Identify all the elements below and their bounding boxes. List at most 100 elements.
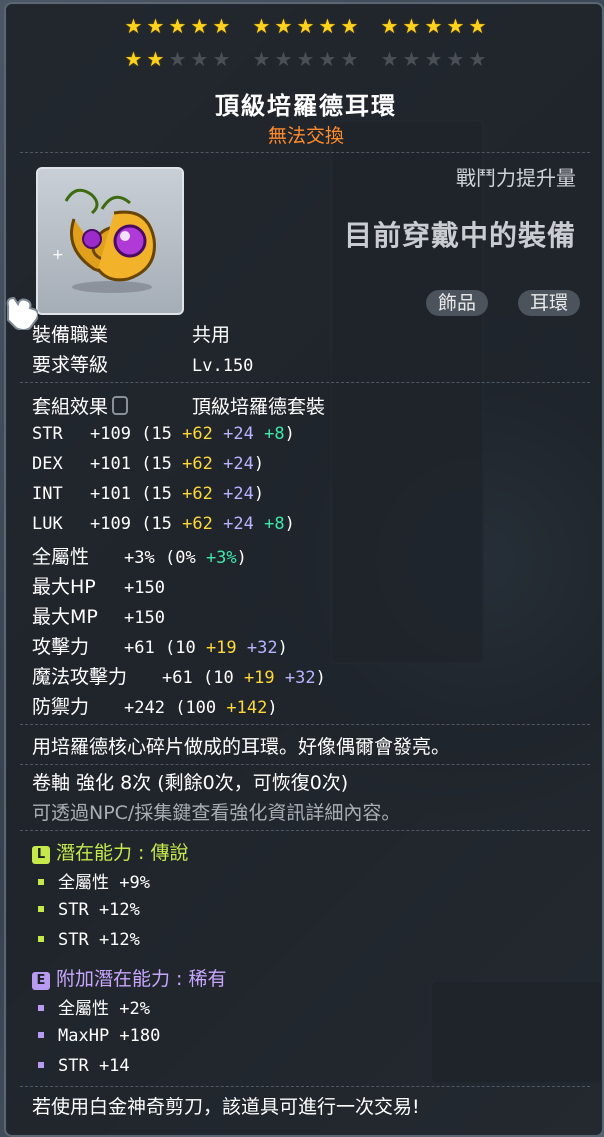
star-empty-icon: ★ <box>274 47 294 71</box>
star-group: ★ ★ ★ ★ ★ <box>123 14 233 38</box>
currently-equipped-label: 目前穿戴中的裝備 <box>343 219 576 252</box>
star-force-row-1: ★ ★ ★ ★ ★ ★ ★ ★ ★ ★ ★ ★ ★ ★ ★ <box>6 14 604 38</box>
star-empty-icon: ★ <box>212 47 232 71</box>
trade-status: 無法交換 <box>267 125 344 147</box>
potential-line: STR +12% <box>32 928 140 950</box>
star-group: ★ ★ ★ ★ ★ <box>123 47 233 71</box>
stat-row-dex: DEX +101 (15 +62 +24) <box>32 452 264 474</box>
set-name: 頂級培羅德套裝 <box>192 396 326 418</box>
stat-name: 最大MP <box>32 606 98 628</box>
star-filled-icon: ★ <box>124 14 144 38</box>
star-group: ★ ★ ★ ★ ★ <box>251 14 361 38</box>
stat-paren-close: ) <box>284 424 295 444</box>
trade-footer-note: 若使用白金神奇剪刀，該道具可進行一次交易! <box>32 1096 420 1118</box>
upgrade-hint: 可透過NPC/採集鍵查看強化資訊詳細內容。 <box>32 802 401 824</box>
svg-text:+: + <box>52 247 64 263</box>
stat-bonus-purple: +24 <box>223 514 254 534</box>
star-filled-icon: ★ <box>146 47 166 71</box>
star-empty-icon: ★ <box>468 47 488 71</box>
stat-base: (10 <box>164 638 196 658</box>
stat-bonus-yellow: +62 <box>182 514 213 534</box>
stat-row-str: STR +109 (15 +62 +24 +8) <box>32 422 295 444</box>
star-filled-icon: ★ <box>402 14 422 38</box>
star-empty-icon: ★ <box>318 47 338 71</box>
level-row: 要求等級 Lv.150 <box>32 350 253 377</box>
legendary-badge-icon: L <box>32 846 50 864</box>
star-empty-icon: ★ <box>190 47 210 71</box>
stat-bonus-green: +8 <box>264 514 285 534</box>
stat-name: 最大HP <box>32 576 96 598</box>
star-filled-icon: ★ <box>446 14 466 38</box>
stat-name: DEX <box>32 454 63 474</box>
stat-bonus-purple: +24 <box>223 454 254 474</box>
category-tag-earring: 耳環 <box>517 290 580 316</box>
stat-total: +109 <box>90 514 131 534</box>
stat-row-defense: 防禦力 +242 (100 +142) <box>32 692 278 719</box>
additional-potential-line: STR +14 <box>32 1054 130 1076</box>
stat-bonus-yellow: +19 <box>243 668 275 688</box>
stat-paren-close: ) <box>267 698 278 718</box>
bullet-icon <box>38 1032 44 1038</box>
stat-bonus-yellow: +19 <box>205 638 237 658</box>
job-row: 裝備職業 共用 <box>32 320 230 347</box>
divider <box>20 830 590 831</box>
stat-bonus-purple: +32 <box>284 668 316 688</box>
stat-bonus-purple: +32 <box>246 638 278 658</box>
star-filled-icon: ★ <box>146 14 166 38</box>
star-empty-icon: ★ <box>168 47 188 71</box>
stat-name: 防禦力 <box>32 696 90 718</box>
stat-base: (15 <box>141 514 172 534</box>
level-value: Lv.150 <box>192 356 254 376</box>
stat-row-maxhp: 最大HP +150 <box>32 572 165 599</box>
item-tooltip: ★ ★ ★ ★ ★ ★ ★ ★ ★ ★ ★ ★ ★ ★ ★ ★ ★ ★ ★ ★ ★ ★ ★ ★ ★ ★ ★ ★ ★ ★ 頂級培羅德耳環 … <box>4 2 604 1137</box>
star-filled-icon: ★ <box>296 14 316 38</box>
star-force-row-2: ★ ★ ★ ★ ★ ★ ★ ★ ★ ★ ★ ★ ★ ★ ★ <box>6 47 604 71</box>
divider <box>20 152 590 153</box>
potential-header: L 潛在能力 : 傳說 <box>32 838 188 865</box>
star-group: ★ ★ ★ ★ ★ <box>251 47 361 71</box>
star-filled-icon: ★ <box>468 14 488 38</box>
stat-paren-close: ) <box>284 514 295 534</box>
potential-title: 潛在能力 : 傳說 <box>56 842 189 864</box>
set-effect-row[interactable]: 套組效果 頂級培羅德套裝 <box>32 392 325 419</box>
stat-total: +150 <box>124 608 165 628</box>
additional-potential-header: E 附加潛在能力 : 稀有 <box>32 964 226 991</box>
level-label: 要求等級 <box>32 354 109 376</box>
star-filled-icon: ★ <box>318 14 338 38</box>
item-name: 頂級培羅德耳環 <box>215 92 397 120</box>
star-empty-icon: ★ <box>402 47 422 71</box>
stat-base: (10 <box>202 668 234 688</box>
stat-base: (100 <box>175 698 217 718</box>
job-value: 共用 <box>192 324 231 346</box>
set-effect-label: 套組效果 <box>32 396 109 418</box>
star-empty-icon: ★ <box>424 47 444 71</box>
star-empty-icon: ★ <box>252 47 272 71</box>
star-empty-icon: ★ <box>380 47 400 71</box>
star-empty-icon: ★ <box>446 47 466 71</box>
stat-row-int: INT +101 (15 +62 +24) <box>32 482 264 504</box>
stat-paren-close: ) <box>253 454 265 474</box>
stat-total: +61 <box>162 668 193 688</box>
stat-total: +242 <box>124 698 165 718</box>
stat-total: +61 <box>124 638 155 658</box>
stat-row-maxmp: 最大MP +150 <box>32 602 165 629</box>
star-filled-icon: ★ <box>340 14 360 38</box>
item-description: 用培羅德核心碎片做成的耳環。好像偶爾會發亮。 <box>32 736 451 758</box>
stat-row-luk: LUK +109 (15 +62 +24 +8) <box>32 512 295 534</box>
stat-name: 攻擊力 <box>32 636 90 658</box>
stat-base: (15 <box>141 424 172 444</box>
stat-bonus-green: +3% <box>205 548 237 568</box>
stat-row-attack: 攻擊力 +61 (10 +19 +32) <box>32 632 288 659</box>
scroll-upgrade-info: 卷軸 強化 8次 (剩餘0次，可恢復0次) <box>32 772 349 794</box>
stat-total: +101 <box>90 454 131 474</box>
stat-bonus-yellow: +62 <box>182 484 213 504</box>
rare-badge-icon: E <box>32 972 50 990</box>
category-tag-accessory: 飾品 <box>425 290 488 316</box>
stat-paren-close: ) <box>236 548 247 568</box>
divider <box>20 764 590 765</box>
stat-total: +3% <box>124 548 155 568</box>
potential-line: STR +12% <box>32 898 140 920</box>
star-empty-icon: ★ <box>296 47 316 71</box>
stat-name: INT <box>32 484 63 504</box>
stat-row-magic-attack: 魔法攻擊力 +61 (10 +19 +32) <box>32 662 326 689</box>
